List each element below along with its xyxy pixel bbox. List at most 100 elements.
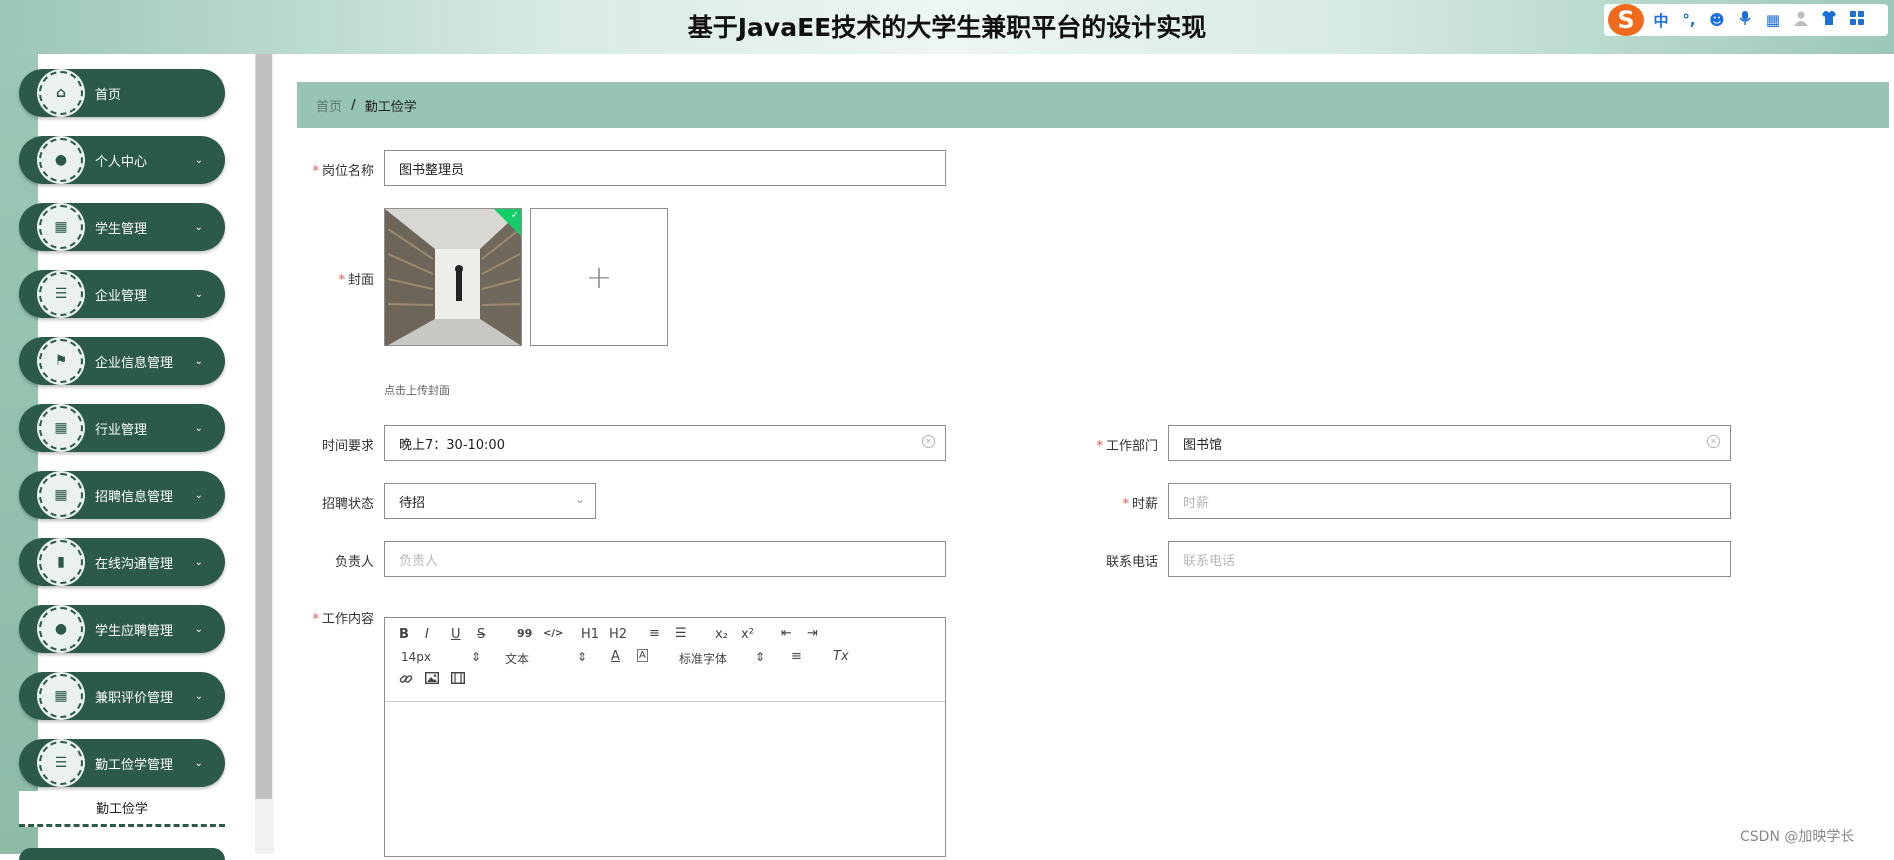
link-icon[interactable] <box>399 672 413 690</box>
recruit-status-select[interactable]: 待招 ⌄ <box>384 483 596 519</box>
sidebar-item-label: 企业管理 <box>95 288 148 304</box>
sidebar-item-label: 学生应聘管理 <box>95 623 174 639</box>
chevron-down-icon: ⌄ <box>194 556 203 568</box>
check-icon: ✓ <box>510 210 519 221</box>
microphone-icon[interactable] <box>1734 10 1756 30</box>
skin-icon[interactable] <box>1818 10 1840 30</box>
contact-phone-input[interactable]: 联系电话 <box>1168 541 1731 577</box>
sidebar-item-8[interactable]: ● 学生应聘管理 ⌄ <box>19 605 225 653</box>
ordered-list-button[interactable]: ≡ <box>649 626 660 641</box>
header-select[interactable]: 文本 <box>505 650 529 667</box>
sidebar-item-partial[interactable] <box>19 848 225 860</box>
breadcrumb-home-link[interactable]: 首页 <box>316 96 342 115</box>
chevron-updown-icon[interactable]: ⇕ <box>577 650 587 664</box>
time-requirement-input[interactable]: 晚上7：30-10:00 ✕ <box>384 425 946 461</box>
grid-icon: ▦ <box>39 406 83 450</box>
cover-label: * 封面 <box>338 273 374 288</box>
image-icon[interactable] <box>424 671 440 688</box>
library-photo <box>385 209 521 345</box>
underline-button[interactable]: U <box>451 627 461 642</box>
person-in-charge-input[interactable]: 负责人 <box>384 541 946 577</box>
text-color-button[interactable]: A <box>611 649 620 664</box>
sidebar-scrollbar-thumb[interactable] <box>255 54 273 799</box>
breadcrumb-separator: / <box>351 97 356 113</box>
chinese-mode-icon[interactable]: 中 <box>1650 10 1672 31</box>
sidebar-item-6[interactable]: ▦ 招聘信息管理 ⌄ <box>19 471 225 519</box>
sidebar-item-1[interactable]: ● 个人中心 ⌄ <box>19 136 225 184</box>
emoji-icon[interactable]: ☻ <box>1706 11 1728 29</box>
department-label: * 工作部门 <box>1096 439 1158 454</box>
sidebar-item-4[interactable]: ⚑ 企业信息管理 ⌄ <box>19 337 225 385</box>
chevron-down-icon: ⌄ <box>194 355 203 367</box>
chevron-down-icon: ⌄ <box>194 690 203 702</box>
cover-upload-button[interactable]: + <box>530 208 668 346</box>
cover-image-thumbnail[interactable]: ✓ <box>384 208 522 346</box>
chevron-updown-icon[interactable]: ⇕ <box>471 650 481 664</box>
sogou-logo-icon[interactable]: S <box>1608 4 1644 36</box>
home-icon: ⌂ <box>39 71 83 115</box>
sidebar-item-0[interactable]: ⌂ 首页 <box>19 69 225 117</box>
italic-button[interactable]: I <box>425 627 429 642</box>
user-icon[interactable] <box>1790 10 1812 30</box>
bullet-list-button[interactable]: ☰ <box>675 626 687 641</box>
heading2-button[interactable]: H2 <box>609 627 627 642</box>
chevron-down-icon: ⌄ <box>194 154 203 166</box>
video-icon[interactable] <box>450 671 466 688</box>
bold-button[interactable]: B <box>399 627 409 642</box>
chevron-down-icon: ⌄ <box>574 492 585 506</box>
indent-button[interactable]: ⇥ <box>807 626 818 641</box>
chevron-down-icon: ⌄ <box>194 221 203 233</box>
flag-icon: ⚑ <box>39 339 83 383</box>
list-icon: ☰ <box>39 741 83 785</box>
sidebar-item-3[interactable]: ☰ 企业管理 ⌄ <box>19 270 225 318</box>
bg-color-button[interactable]: A <box>637 649 648 662</box>
breadcrumb: 首页 / 勤工俭学 <box>297 82 1889 128</box>
editor-toolbar: B I U S 99 </> H1 H2 ≡ ☰ x₂ x² ⇤ ⇥ 14px … <box>385 618 945 702</box>
clear-icon[interactable]: ✕ <box>922 435 935 448</box>
contact-phone-label: 联系电话 <box>1105 555 1158 570</box>
department-input[interactable]: 图书馆 ✕ <box>1168 425 1731 461</box>
sidebar-item-5[interactable]: ▦ 行业管理 ⌄ <box>19 404 225 452</box>
sidebar-item-label: 勤工俭学管理 <box>95 757 174 773</box>
breadcrumb-current: 勤工俭学 <box>364 99 417 115</box>
clear-format-button[interactable]: Tx <box>833 649 849 664</box>
outdent-button[interactable]: ⇤ <box>781 626 792 641</box>
keyboard-icon[interactable]: ▦ <box>1762 11 1784 29</box>
font-size-select[interactable]: 14px <box>401 650 431 664</box>
sidebar-item-9[interactable]: ▦ 兼职评价管理 ⌄ <box>19 672 225 720</box>
clear-icon[interactable]: ✕ <box>1707 435 1720 448</box>
grid-icon: ▦ <box>39 473 83 517</box>
sidebar-item-2[interactable]: ▦ 学生管理 ⌄ <box>19 203 225 251</box>
apps-icon[interactable] <box>1846 10 1868 30</box>
code-block-button[interactable]: </> <box>543 628 563 639</box>
font-family-select[interactable]: 标准字体 <box>679 650 727 667</box>
chevron-updown-icon[interactable]: ⇕ <box>755 650 765 664</box>
time-requirement-label: 时间要求 <box>321 439 374 454</box>
sidebar-item-10[interactable]: ☰ 勤工俭学管理 ⌄ <box>19 739 225 787</box>
sidebar-item-label: 在线沟通管理 <box>95 556 174 572</box>
sidebar-item-label: 企业信息管理 <box>95 355 174 371</box>
chevron-down-icon: ⌄ <box>194 489 203 501</box>
sidebar-item-label: 首页 <box>95 87 122 103</box>
hourly-pay-input[interactable]: 时薪 <box>1168 483 1731 519</box>
rich-text-editor[interactable]: B I U S 99 </> H1 H2 ≡ ☰ x₂ x² ⇤ ⇥ 14px … <box>384 617 946 857</box>
sidebar-item-label: 兼职评价管理 <box>95 690 174 706</box>
sidebar-item-label: 招聘信息管理 <box>95 489 174 505</box>
sidebar-item-7[interactable]: ▮ 在线沟通管理 ⌄ <box>19 538 225 586</box>
recruit-status-label: 招聘状态 <box>321 497 374 512</box>
align-button[interactable]: ≡ <box>791 649 802 664</box>
heading1-button[interactable]: H1 <box>581 627 599 642</box>
person-icon: ● <box>39 138 83 182</box>
position-name-input[interactable]: 图书整理员 <box>384 150 946 186</box>
blockquote-button[interactable]: 99 <box>517 627 532 640</box>
grid-icon: ▦ <box>39 674 83 718</box>
work-content-label: * 工作内容 <box>312 612 374 627</box>
punctuation-icon[interactable]: °, <box>1678 11 1700 29</box>
superscript-button[interactable]: x² <box>741 627 754 642</box>
hourly-pay-label: * 时薪 <box>1122 497 1158 512</box>
strike-button[interactable]: S <box>477 627 485 642</box>
ime-toolbar[interactable]: S 中 °, ☻ ▦ <box>1604 4 1888 36</box>
subscript-button[interactable]: x₂ <box>715 627 728 642</box>
submenu-item-work-study[interactable]: 勤工俭学 <box>19 791 225 827</box>
sidebar-item-label: 学生管理 <box>95 221 148 237</box>
